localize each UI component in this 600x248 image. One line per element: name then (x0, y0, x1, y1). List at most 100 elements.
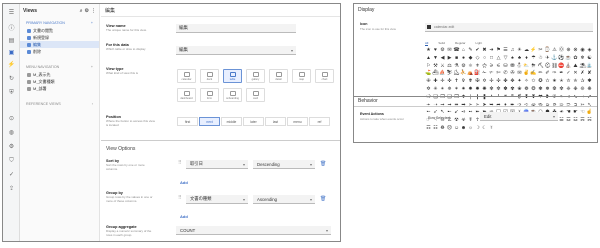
icon-option[interactable]: ❜ (495, 94, 502, 102)
icon-option[interactable]: ☣ (460, 117, 467, 125)
view-name-input[interactable]: 編集 (176, 24, 296, 33)
icon-option[interactable]: △ (495, 55, 502, 63)
view-type-chart[interactable]: chart (315, 69, 334, 83)
icon-option[interactable]: ✽ (502, 86, 509, 94)
icon-option[interactable]: ⛹ (460, 70, 467, 78)
icon-option[interactable]: ➚ (586, 94, 593, 102)
icon-option[interactable]: ➙ (579, 94, 586, 102)
position-middle[interactable]: middle (221, 117, 242, 126)
view-type-dashboard[interactable]: dashboard (177, 88, 196, 102)
icon-option[interactable]: ♠ (509, 55, 516, 63)
icon-option[interactable]: ☹ (446, 125, 453, 133)
icon-option[interactable]: ⚙ (439, 47, 446, 55)
icon-option[interactable]: ❣ (530, 94, 537, 102)
icon-option[interactable]: ✪ (537, 78, 544, 86)
shield-icon[interactable]: ⛉ (7, 158, 16, 165)
icon-search-input[interactable] (434, 25, 554, 29)
icon-option[interactable]: ⛱ (579, 63, 586, 71)
icon-option[interactable]: ■ (453, 55, 460, 63)
icon-option[interactable]: ☎ (453, 47, 460, 55)
icon-option[interactable]: ⛪ (565, 63, 572, 71)
group-aggregate-select[interactable]: COUNT ▾ (176, 226, 331, 235)
data-icon[interactable]: ▤ (7, 38, 16, 45)
icon-option[interactable]: ✔ (474, 47, 481, 55)
icon-option[interactable]: ✗ (579, 70, 586, 78)
icon-option[interactable]: ⛑ (544, 63, 551, 71)
icon-option[interactable]: ✳ (432, 86, 439, 94)
tab-light[interactable]: Light (476, 41, 483, 46)
icon-option[interactable]: ❚ (481, 94, 488, 102)
icon-option[interactable]: ❋ (586, 86, 593, 94)
icon-option[interactable]: ✓ (565, 70, 572, 78)
sort-column-select[interactable]: 取引日 ▾ (186, 160, 248, 169)
view-type-calendar[interactable]: calendar (177, 69, 196, 83)
icon-option[interactable]: ❈ (565, 86, 572, 94)
icon-option[interactable]: ○ (481, 55, 488, 63)
icon-option[interactable]: ✼ (495, 86, 502, 94)
icon-option[interactable]: ❆ (551, 86, 558, 94)
icon-option[interactable]: ❇ (558, 86, 565, 94)
icon-option[interactable]: ❧ (558, 94, 565, 102)
icon-option[interactable]: ☵ (586, 117, 593, 125)
view-type-card[interactable]: card (246, 88, 265, 102)
icon-option[interactable]: ✤ (502, 78, 509, 86)
security-icon[interactable]: ⛨ (7, 90, 16, 97)
view-type-deck[interactable]: deck (200, 69, 219, 83)
nav-item-menu-2[interactable]: M_文書種類 (20, 78, 99, 85)
icon-option[interactable]: ⛃ (509, 63, 516, 71)
icon-option[interactable]: ⊕ (565, 47, 572, 55)
icon-option[interactable]: ☱ (558, 117, 565, 125)
icon-option[interactable]: ⚽ (558, 55, 565, 63)
icon-option[interactable]: ❂ (530, 86, 537, 94)
for-data-select[interactable]: 編集 ▾ (176, 46, 296, 55)
icon-option[interactable]: ➔ (565, 94, 572, 102)
icon-option[interactable]: ✒ (558, 70, 565, 78)
icon-option[interactable]: ⛽ (474, 70, 481, 78)
icon-option[interactable]: ❒ (453, 94, 460, 102)
icon-option[interactable]: ◀ (439, 55, 446, 63)
icon-option[interactable]: ❁ (523, 86, 530, 94)
view-type-form[interactable]: form (200, 88, 219, 102)
icon-option[interactable]: ❛ (488, 94, 495, 102)
icon-option[interactable]: ✍ (530, 70, 537, 78)
drag-handle-icon[interactable]: ⠿ (178, 160, 182, 166)
icon-option[interactable]: ✺ (481, 86, 488, 94)
icon-option[interactable]: ❏ (432, 94, 439, 102)
icon-option[interactable]: ✵ (446, 86, 453, 94)
icon-option[interactable]: ✬ (551, 78, 558, 86)
menu-icon[interactable]: ☰ (7, 10, 16, 17)
icon-option[interactable]: ✝ (453, 78, 460, 86)
icon-option[interactable]: ✐ (544, 70, 551, 78)
sort-order-select[interactable]: Descending ▾ (253, 160, 315, 169)
globe-icon[interactable]: ◍ (7, 130, 16, 137)
icon-option[interactable]: ☙ (558, 109, 565, 117)
icon-option[interactable]: ☷ (432, 125, 439, 133)
icon-option[interactable]: ⚛ (467, 63, 474, 71)
view-type-map[interactable]: map (292, 69, 311, 83)
icon-option[interactable]: ➻ (467, 109, 474, 117)
icon-option[interactable]: ▲ (425, 55, 432, 63)
position-ref[interactable]: ref (309, 117, 330, 126)
icon-option[interactable]: ⚞ (488, 63, 495, 71)
icon-option[interactable]: □ (488, 55, 495, 63)
icon-option[interactable]: ❘ (467, 94, 474, 102)
icon-option[interactable]: ◉ (579, 47, 586, 55)
icon-option[interactable]: ⚝ (481, 63, 488, 71)
icon-option[interactable]: ⛷ (446, 70, 453, 78)
icon-option[interactable]: ⛳ (425, 70, 432, 78)
icon-option[interactable]: ⛏ (537, 63, 544, 71)
icon-option[interactable]: ❑ (446, 94, 453, 102)
icon-option[interactable]: ❐ (439, 94, 446, 102)
icon-option[interactable]: ✫ (544, 78, 551, 86)
icon-option[interactable]: ❄ (579, 55, 586, 63)
icon-option[interactable]: ⓪ (558, 47, 565, 55)
icon-option[interactable]: ☳ (572, 117, 579, 125)
icon-option[interactable]: ✭ (558, 78, 565, 86)
icon-option[interactable]: ♣ (516, 55, 523, 63)
tab-solid[interactable]: Solid (438, 41, 445, 46)
nav-item-menu-1[interactable]: M_表示先 (20, 71, 99, 78)
icon-option[interactable]: ✉ (446, 47, 453, 55)
icon-option[interactable]: ⚡ (530, 47, 537, 55)
icon-option[interactable]: ✰ (579, 78, 586, 86)
icon-option[interactable]: ☾ (481, 125, 488, 133)
